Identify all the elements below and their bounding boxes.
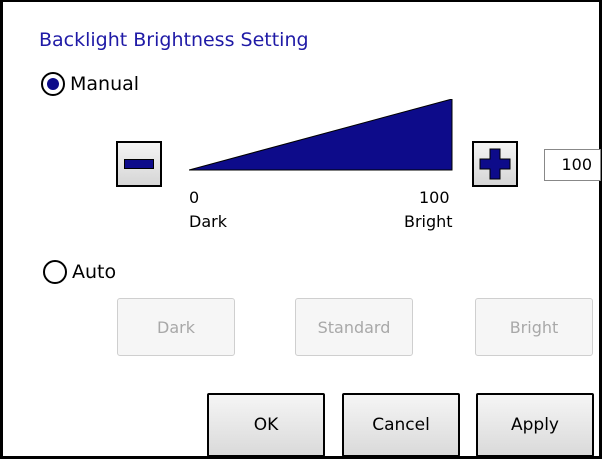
increase-brightness-button[interactable] bbox=[472, 141, 518, 187]
manual-radio[interactable] bbox=[41, 72, 65, 96]
brightness-dialog: Backlight Brightness Setting Manual 0 10… bbox=[0, 0, 602, 459]
manual-label: Manual bbox=[70, 73, 140, 95]
manual-radio-row[interactable]: Manual bbox=[41, 72, 139, 96]
preset-bright-button[interactable]: Bright bbox=[475, 298, 593, 356]
auto-radio[interactable] bbox=[43, 260, 67, 284]
slider-min-label: 0 bbox=[189, 188, 200, 207]
preset-dark-button[interactable]: Dark bbox=[117, 298, 235, 356]
minus-icon bbox=[124, 159, 154, 169]
brightness-level-ramp bbox=[189, 99, 453, 171]
brightness-slider[interactable] bbox=[189, 99, 453, 171]
brightness-value-field[interactable]: 100 bbox=[544, 149, 601, 181]
slider-min-caption: Dark bbox=[189, 212, 227, 231]
auto-radio-row[interactable]: Auto bbox=[43, 260, 116, 284]
auto-label: Auto bbox=[72, 261, 117, 283]
dialog-title: Backlight Brightness Setting bbox=[39, 29, 309, 51]
preset-standard-button[interactable]: Standard bbox=[295, 298, 413, 356]
slider-max-caption: Bright bbox=[404, 212, 453, 231]
ok-button[interactable]: OK bbox=[207, 393, 325, 457]
slider-max-label: 100 bbox=[419, 188, 450, 207]
decrease-brightness-button[interactable] bbox=[116, 141, 162, 187]
radio-selected-dot bbox=[47, 78, 59, 90]
apply-button[interactable]: Apply bbox=[476, 393, 594, 457]
cancel-button[interactable]: Cancel bbox=[342, 393, 460, 457]
plus-icon bbox=[479, 148, 511, 180]
